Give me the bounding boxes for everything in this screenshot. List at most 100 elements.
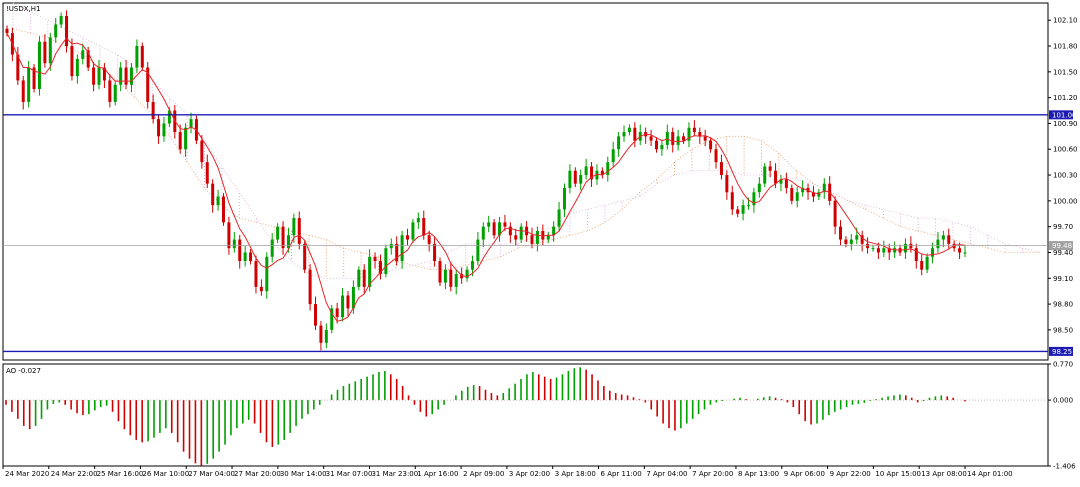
time-tick-label: 7 Apr 04:00 bbox=[646, 470, 687, 478]
candle-down bbox=[719, 162, 723, 176]
candle-up bbox=[757, 183, 761, 193]
candle-up bbox=[936, 239, 940, 249]
candle-up bbox=[584, 166, 588, 176]
candle-down bbox=[221, 196, 225, 223]
price-tick-label: 101.50 bbox=[1053, 68, 1078, 76]
candle-up bbox=[129, 67, 133, 85]
candle-up bbox=[384, 248, 388, 274]
candle-down bbox=[947, 235, 951, 244]
time-tick-label: 26 Mar 10:00 bbox=[142, 470, 189, 478]
candle-up bbox=[265, 256, 269, 292]
candle-down bbox=[433, 243, 437, 262]
price-tick-label: 101.20 bbox=[1053, 94, 1078, 102]
candle-down bbox=[227, 222, 231, 249]
candle-up bbox=[97, 67, 101, 85]
candle-down bbox=[205, 162, 209, 184]
candle-down bbox=[314, 304, 318, 326]
candle-up bbox=[54, 24, 58, 38]
candle-up bbox=[763, 166, 767, 184]
candle-up bbox=[357, 269, 361, 287]
chart-root: 101.00 98.25 99.48 102.10 101.80 101.50 101.2… bbox=[0, 0, 1080, 483]
time-tick-label: 8 Apr 13:00 bbox=[738, 470, 779, 478]
candle-down bbox=[709, 140, 713, 150]
candle-up bbox=[59, 15, 63, 25]
time-tick-label: 27 Mar 04:00 bbox=[188, 470, 235, 478]
price-tick-label: 100.90 bbox=[1053, 120, 1078, 128]
candle-down bbox=[346, 295, 350, 309]
candle-down bbox=[876, 248, 880, 253]
time-tick-label: 24 Mar 22:00 bbox=[51, 470, 98, 478]
time-tick-label: 31 Mar 07:00 bbox=[326, 470, 373, 478]
ao-tick-label: 0.000 bbox=[1053, 397, 1073, 405]
candle-down bbox=[427, 235, 431, 244]
candle-up bbox=[487, 222, 491, 227]
candle-down bbox=[297, 218, 301, 244]
candle-up bbox=[216, 196, 220, 206]
candle-up bbox=[963, 252, 967, 254]
candle-down bbox=[200, 140, 204, 163]
candle-up bbox=[741, 205, 745, 214]
candle-down bbox=[958, 248, 962, 253]
candle-down bbox=[303, 243, 307, 270]
time-tick-label: 25 Mar 16:00 bbox=[97, 470, 144, 478]
candle-up bbox=[48, 37, 52, 64]
candle-up bbox=[795, 192, 799, 201]
candle-down bbox=[335, 308, 339, 317]
price-tick-label: 99.10 bbox=[1053, 275, 1073, 283]
candle-up bbox=[931, 248, 935, 257]
time-tick-label: 3 Apr 02:00 bbox=[509, 470, 550, 478]
candle-up bbox=[189, 119, 193, 128]
price-tick-label: 99.70 bbox=[1053, 223, 1073, 231]
candle-up bbox=[400, 235, 404, 262]
level-price-label: 98.25 bbox=[1052, 348, 1072, 356]
candle-up bbox=[519, 226, 523, 240]
candle-down bbox=[703, 136, 707, 141]
candle-up bbox=[611, 149, 615, 163]
candle-down bbox=[140, 46, 144, 68]
candle-down bbox=[449, 269, 453, 287]
candle-down bbox=[438, 261, 442, 283]
candle-up bbox=[476, 239, 480, 262]
price-tick-label: 98.80 bbox=[1053, 301, 1073, 309]
candle-up bbox=[162, 123, 166, 137]
candle-up bbox=[481, 226, 485, 240]
candle-down bbox=[671, 132, 675, 145]
candle-down bbox=[406, 235, 410, 240]
candle-down bbox=[21, 80, 25, 102]
candle-up bbox=[243, 252, 247, 262]
price-tick-label: 100.30 bbox=[1053, 172, 1078, 180]
time-tick-label: 24 Mar 2020 bbox=[5, 470, 49, 478]
candle-down bbox=[70, 46, 74, 77]
candle-up bbox=[454, 273, 458, 287]
candle-up bbox=[292, 218, 296, 236]
candle-down bbox=[649, 136, 653, 141]
candle-down bbox=[43, 41, 47, 64]
candle-down bbox=[151, 101, 155, 120]
time-tick-label: 27 Mar 20:00 bbox=[234, 470, 281, 478]
candle-down bbox=[730, 192, 734, 210]
candle-up bbox=[557, 209, 561, 227]
candle-up bbox=[135, 46, 139, 68]
candle-up bbox=[665, 132, 669, 145]
candle-up bbox=[676, 136, 680, 145]
candle-up bbox=[232, 239, 236, 249]
candle-down bbox=[833, 200, 837, 227]
candle-up bbox=[411, 222, 415, 240]
candle-down bbox=[541, 230, 545, 240]
candle-down bbox=[844, 239, 848, 244]
candle-down bbox=[736, 209, 740, 214]
candle-down bbox=[514, 235, 518, 240]
candle-up bbox=[27, 67, 31, 102]
candle-down bbox=[909, 243, 913, 249]
candle-up bbox=[341, 295, 345, 317]
candle-up bbox=[81, 50, 85, 59]
candle-down bbox=[654, 140, 658, 150]
time-tick-label: 6 Apr 11:00 bbox=[601, 470, 642, 478]
price-tick-label: 98.50 bbox=[1053, 326, 1073, 334]
candle-up bbox=[270, 239, 274, 257]
candle-down bbox=[308, 269, 312, 305]
time-tick-label: 31 Mar 23:00 bbox=[371, 470, 418, 478]
candle-down bbox=[124, 67, 128, 85]
candle-up bbox=[855, 235, 859, 240]
chart-background bbox=[0, 0, 1080, 483]
